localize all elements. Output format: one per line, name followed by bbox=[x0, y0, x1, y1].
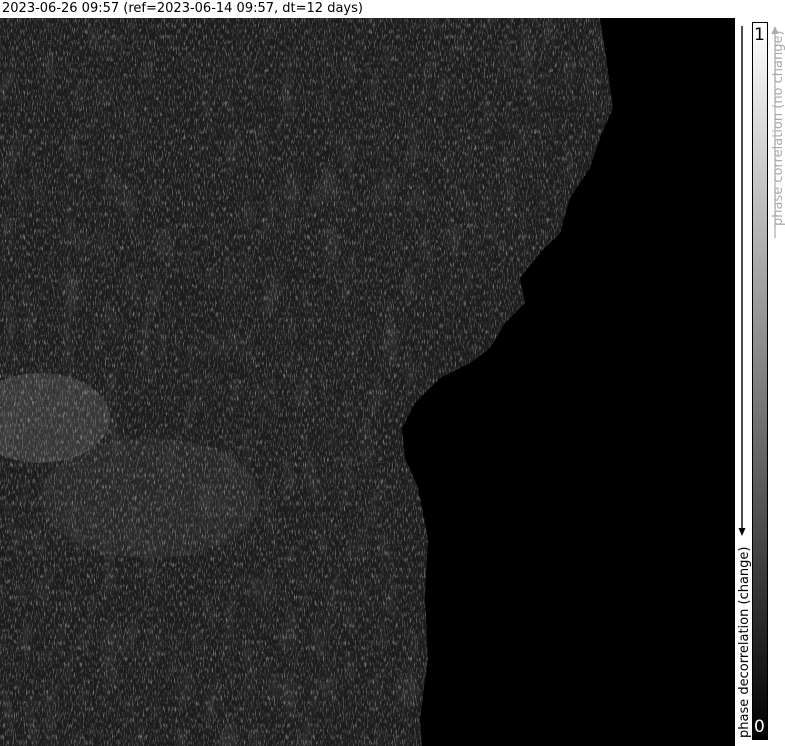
header-bar: 2023-06-26 09:57 (ref=2023-06-14 09:57, … bbox=[0, 0, 785, 18]
image-title: 2023-06-26 09:57 (ref=2023-06-14 09:57, … bbox=[2, 1, 363, 16]
colorbar-bottom-label: phase decorrelation (change) bbox=[737, 546, 752, 738]
colorbar-max-tick: 1 bbox=[754, 25, 765, 45]
bright-patch bbox=[40, 438, 260, 558]
colorbar-min-tick: 0 bbox=[754, 717, 765, 737]
coherence-image bbox=[0, 18, 735, 746]
arrow-up-icon bbox=[771, 26, 779, 238]
colorbar-gradient bbox=[752, 22, 768, 740]
coherence-map bbox=[0, 18, 735, 746]
arrow-down-icon bbox=[738, 26, 746, 536]
